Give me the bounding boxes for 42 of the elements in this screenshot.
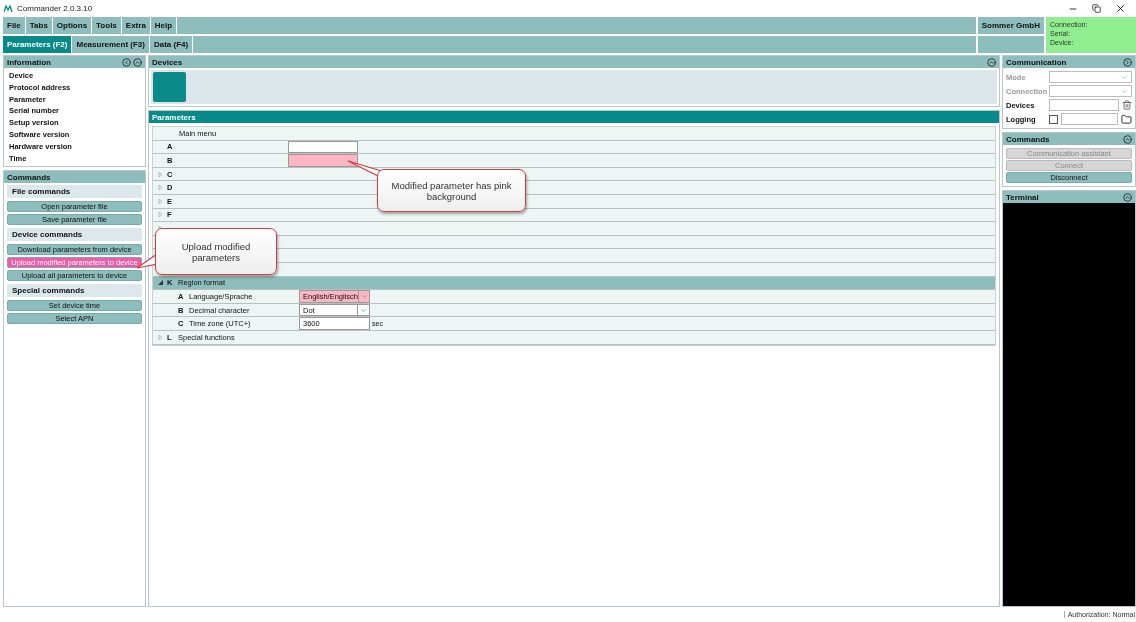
- expand-right-icon[interactable]: [1123, 57, 1132, 67]
- menu-item[interactable]: Tools: [92, 17, 122, 34]
- panel-title: Terminal: [1006, 192, 1040, 202]
- input-field[interactable]: [1060, 113, 1119, 125]
- tab[interactable]: Parameters (F2): [3, 36, 73, 53]
- collapse-up-icon[interactable]: [1123, 192, 1132, 202]
- callout-tooltip: Modified parameter has pink background: [377, 169, 526, 212]
- input-field[interactable]: [1049, 99, 1119, 111]
- section-header: Special commands: [7, 284, 142, 298]
- panel-title: Devices: [152, 57, 184, 67]
- menu-item[interactable]: File: [3, 17, 26, 34]
- panel-title: Commands: [7, 172, 52, 182]
- callout-tooltip: Upload modified parameters: [155, 228, 277, 275]
- menu-item[interactable]: Tabs: [25, 17, 53, 34]
- dropdown-arrow-icon[interactable]: [357, 304, 369, 316]
- checkbox[interactable]: [1048, 114, 1058, 124]
- dropdown-arrow-icon[interactable]: [358, 291, 369, 302]
- section-header: Device commands: [7, 228, 142, 242]
- panel-title: Information: [7, 57, 52, 67]
- trash-icon[interactable]: [1122, 100, 1132, 110]
- expander-icon[interactable]: [157, 280, 163, 286]
- company-name: Sommer GmbH: [977, 17, 1044, 34]
- restore-icon[interactable]: [1092, 4, 1101, 13]
- app-logo-icon: [4, 5, 13, 12]
- panel-title: Commands: [1006, 134, 1051, 144]
- parameter-field[interactable]: [288, 154, 358, 167]
- collapse-up-icon[interactable]: [133, 57, 142, 67]
- menu-item[interactable]: Options: [52, 17, 93, 34]
- menu-item[interactable]: Help: [150, 17, 178, 34]
- panel-title: Communication: [1006, 57, 1068, 67]
- collapse-left-icon[interactable]: [122, 57, 131, 67]
- collapse-up-icon[interactable]: [1123, 134, 1132, 144]
- dropdown-field[interactable]: [1048, 71, 1132, 83]
- window-title: Commander 2.0.3.10: [17, 4, 93, 13]
- menu-item[interactable]: Extra: [121, 17, 151, 34]
- dropdown-field[interactable]: [1049, 85, 1132, 97]
- collapse-up-icon[interactable]: [987, 57, 996, 67]
- section-header: File commands: [7, 185, 142, 199]
- folder-icon[interactable]: [1121, 113, 1132, 125]
- panel-title: Parameters: [152, 112, 197, 122]
- device-tile[interactable]: [153, 72, 186, 102]
- close-icon[interactable]: [1115, 3, 1126, 14]
